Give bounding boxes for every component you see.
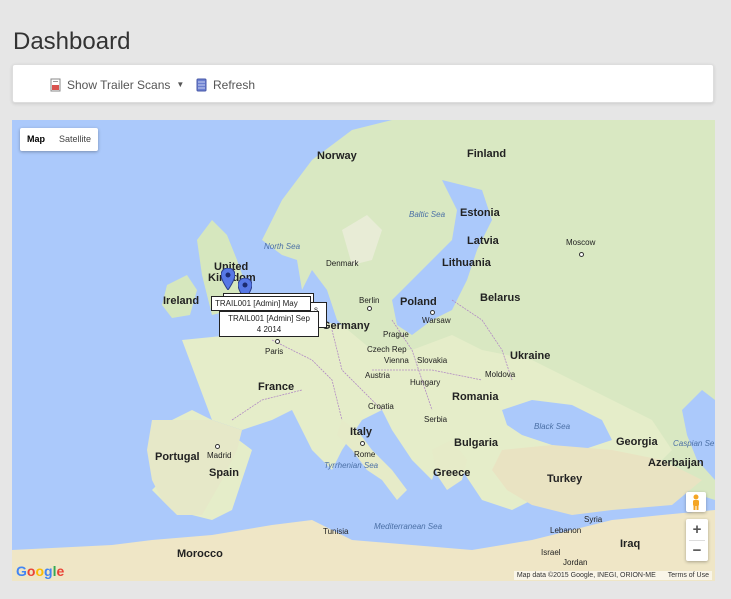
label-black-sea: Black Sea [534,422,571,431]
label-bulgaria: Bulgaria [454,437,499,449]
label-ireland: Ireland [163,295,200,307]
label-vienna: Vienna [384,356,409,365]
label-warsaw: Warsaw [422,316,451,325]
zoom-in-button[interactable]: + [686,520,708,540]
label-spain: Spain [209,467,239,479]
label-estonia: Estonia [460,207,500,219]
rome-dot [360,441,365,446]
label-morocco: Morocco [177,548,223,560]
refresh-button[interactable]: Refresh [195,65,255,104]
label-austria: Austria [365,371,390,380]
label-baltic-sea: Baltic Sea [409,210,446,219]
madrid-dot [215,444,220,449]
caret-down-icon: ▼ [176,80,185,89]
label-moldova: Moldova [485,370,516,379]
label-denmark: Denmark [326,259,359,268]
label-slovakia: Slovakia [417,356,448,365]
label-moscow: Moscow [566,238,596,247]
label-turkey: Turkey [547,473,583,485]
label-finland: Finland [467,148,507,160]
label-norway: Norway [317,150,357,162]
warsaw-dot [430,310,435,315]
label-greece: Greece [433,467,471,479]
label-hungary: Hungary [410,378,441,387]
map-terrain [12,120,715,581]
label-tyrrhenian-sea: Tyrrhenian Sea [324,461,379,470]
label-syria: Syria [584,515,603,524]
label-portugal: Portugal [155,451,200,463]
street-view-pegman-icon[interactable] [686,492,706,512]
google-logo: Google [16,563,65,579]
map-marker-icon[interactable] [221,268,235,290]
paris-dot [275,339,280,344]
zoom-control: + − [686,519,708,561]
label-berlin: Berlin [359,296,380,305]
info-window-line: TRAIL001 [Admin] Sep [228,314,310,323]
label-ukraine: Ukraine [510,350,551,362]
label-rome: Rome [354,450,376,459]
label-madrid: Madrid [207,451,232,460]
label-israel: Israel [541,548,561,557]
show-trailer-scans-label: Show Trailer Scans [67,77,171,92]
map-type-satellite-button[interactable]: Satellite [52,128,98,151]
label-poland: Poland [400,296,437,308]
label-mediterranean-sea: Mediterranean Sea [374,522,443,531]
label-caspian-sea: Caspian Se [673,439,715,448]
label-lebanon: Lebanon [550,526,582,535]
label-serbia: Serbia [424,415,448,424]
label-croatia: Croatia [368,402,394,411]
refresh-label: Refresh [213,77,256,92]
label-latvia: Latvia [467,235,499,247]
label-jordan: Jordan [563,558,588,567]
label-prague: Prague [383,330,409,339]
label-france: France [258,381,295,393]
label-paris: Paris [265,347,284,356]
page-title: Dashboard [13,28,131,55]
label-germany: Germany [322,320,370,332]
info-window-trailer-may[interactable]: TRAIL001 [Admin] May [211,296,311,311]
berlin-dot [367,306,372,311]
terms-of-use-link[interactable]: Terms of Use [668,572,709,579]
map-type-map-button[interactable]: Map [20,128,52,151]
refresh-icon [195,78,208,92]
map-type-control: Map Satellite [20,128,99,151]
label-belarus: Belarus [480,292,521,304]
info-window-trailer-sep[interactable]: TRAIL001 [Admin] Sep 4 2014 [219,311,319,337]
toolbar: Show Trailer Scans ▼ Refresh [12,64,714,103]
map-data-credit: Map data ©2015 Google, INEGI, ORION-ME [516,572,656,579]
label-italy: Italy [350,426,373,438]
zoom-out-button[interactable]: − [686,541,708,561]
map-canvas[interactable]: Map Satellite Norway Finland Estonia Lat… [12,120,715,581]
label-romania: Romania [452,391,499,403]
report-icon [49,78,62,92]
label-georgia: Georgia [616,436,658,448]
info-window-partial-text: s [314,305,318,314]
label-azerbaijan: Azerbaijan [648,457,704,469]
label-czech: Czech Rep [367,345,407,354]
info-window-line: 4 2014 [256,325,282,334]
label-lithuania: Lithuania [442,257,491,269]
label-tunisia: Tunisia [323,527,349,536]
moscow-dot [579,252,584,257]
label-north-sea: North Sea [264,242,301,251]
show-trailer-scans-dropdown[interactable]: Show Trailer Scans ▼ [49,65,184,104]
map-attribution: Map data ©2015 Google, INEGI, ORION-ME T… [513,571,712,580]
label-iraq: Iraq [620,538,641,550]
